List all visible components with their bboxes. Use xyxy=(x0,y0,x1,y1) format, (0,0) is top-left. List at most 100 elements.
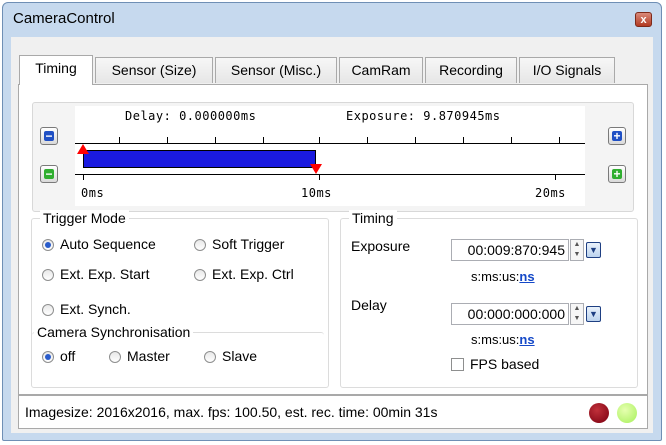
tick xyxy=(415,137,416,143)
radio-label: Master xyxy=(127,348,170,364)
tick xyxy=(319,174,320,180)
tick xyxy=(119,137,120,143)
client-area: Timing Sensor (Size) Sensor (Misc.) CamR… xyxy=(11,37,653,433)
timing-group: Timing Exposure 00:009:870:945 ▲ ▼ ▼ s:ms… xyxy=(340,210,638,388)
tick xyxy=(555,174,556,180)
spin-down-icon[interactable]: ▼ xyxy=(571,314,583,324)
tab-camram[interactable]: CamRam xyxy=(339,57,423,83)
tab-timing[interactable]: Timing xyxy=(19,55,93,85)
timing-group-title: Timing xyxy=(349,210,397,226)
recording-indicator-led xyxy=(589,403,609,423)
status-bar: Imagesize: 2016x2016, max. fps: 100.50, … xyxy=(18,395,648,429)
delay-readout: Delay: 0.000000ms xyxy=(125,109,257,123)
checkbox-label: FPS based xyxy=(470,356,540,372)
tick xyxy=(83,174,84,180)
radio-auto-sequence[interactable]: Auto Sequence xyxy=(42,236,156,252)
chevron-down-icon: ▼ xyxy=(589,309,598,319)
radio-dot xyxy=(194,269,206,281)
plus-icon: + xyxy=(612,129,622,143)
camera-sync-title: Camera Synchronisation xyxy=(34,324,194,340)
tick xyxy=(167,137,168,143)
trigger-mode-title: Trigger Mode xyxy=(40,210,129,226)
units-prefix: s:ms:us: xyxy=(471,332,520,347)
spin-up-icon[interactable]: ▲ xyxy=(571,240,583,250)
radio-ext-exp-start[interactable]: Ext. Exp. Start xyxy=(42,266,149,282)
window-title: CameraControl xyxy=(13,10,115,27)
tab-io-signals[interactable]: I/O Signals xyxy=(519,57,615,83)
exposure-marker[interactable] xyxy=(309,164,324,174)
exposure-spinner[interactable]: ▲ ▼ xyxy=(570,239,584,261)
tick xyxy=(511,137,512,143)
radio-ext-exp-ctrl[interactable]: Ext. Exp. Ctrl xyxy=(194,266,294,282)
ready-indicator-led xyxy=(617,403,637,423)
status-text: Imagesize: 2016x2016, max. fps: 100.50, … xyxy=(25,404,438,420)
zoom-out-blue-button[interactable]: − xyxy=(40,127,58,145)
exposure-label: Exposure xyxy=(351,238,411,254)
radio-sync-master[interactable]: Master xyxy=(109,348,170,364)
radio-sync-slave[interactable]: Slave xyxy=(204,348,257,364)
tick-label-0: 0ms xyxy=(81,186,105,200)
radio-label: Ext. Exp. Ctrl xyxy=(212,266,294,282)
title-bar: CameraControl x xyxy=(3,3,661,35)
radio-dot xyxy=(204,351,216,363)
exposure-field[interactable]: 00:009:870:945 xyxy=(451,239,569,261)
trigger-mode-group: Trigger Mode Auto Sequence Soft Trigger … xyxy=(31,210,329,388)
tick xyxy=(319,137,320,143)
radio-label: Slave xyxy=(222,348,258,364)
fps-based-checkbox[interactable]: FPS based xyxy=(451,356,539,372)
radio-soft-trigger[interactable]: Soft Trigger xyxy=(194,236,284,252)
delay-marker[interactable] xyxy=(77,144,91,154)
spin-down-icon[interactable]: ▼ xyxy=(571,250,583,260)
units-prefix: s:ms:us: xyxy=(471,269,520,284)
tick-label-10: 10ms xyxy=(301,186,332,200)
timing-panel: − − + + Delay: 0.000000ms Exposure: 9.87… xyxy=(18,84,648,395)
delay-field[interactable]: 00:000:000:000 xyxy=(451,303,569,325)
units-link[interactable]: ns xyxy=(519,269,534,284)
exposure-readout: Exposure: 9.870945ms xyxy=(346,109,501,123)
radio-label: Soft Trigger xyxy=(212,236,285,252)
top-axis xyxy=(75,143,585,144)
checkbox-box xyxy=(451,358,464,371)
tick xyxy=(215,137,216,143)
radio-label: Ext. Exp. Start xyxy=(60,266,150,282)
radio-sync-off[interactable]: off xyxy=(42,348,75,364)
camera-control-window: CameraControl x Timing Sensor (Size) Sen… xyxy=(2,2,662,441)
exposure-units: s:ms:us:ns xyxy=(471,269,535,284)
radio-dot xyxy=(109,351,121,363)
exposure-bar[interactable] xyxy=(83,150,316,168)
tick xyxy=(263,137,264,143)
radio-dot xyxy=(42,351,54,363)
tick-label-20: 20ms xyxy=(535,186,566,200)
delay-units: s:ms:us:ns xyxy=(471,332,535,347)
radio-dot xyxy=(42,304,54,316)
tick xyxy=(463,137,464,143)
bottom-axis xyxy=(75,174,585,175)
spin-up-icon[interactable]: ▲ xyxy=(571,304,583,314)
units-link[interactable]: ns xyxy=(519,332,534,347)
tab-recording[interactable]: Recording xyxy=(425,57,517,83)
plus-icon: + xyxy=(612,167,622,181)
zoom-out-green-button[interactable]: − xyxy=(40,165,58,183)
radio-dot xyxy=(42,239,54,251)
radio-label: Ext. Synch. xyxy=(60,301,131,317)
timing-scale[interactable]: Delay: 0.000000ms Exposure: 9.870945ms 0… xyxy=(75,106,585,206)
zoom-in-blue-button[interactable]: + xyxy=(608,127,626,145)
tick xyxy=(559,137,560,143)
close-button[interactable]: x xyxy=(635,12,652,27)
radio-dot xyxy=(194,239,206,251)
minus-icon: − xyxy=(44,129,54,143)
chevron-down-icon: ▼ xyxy=(589,245,598,255)
delay-spinner[interactable]: ▲ ▼ xyxy=(570,303,584,325)
tick xyxy=(367,137,368,143)
exposure-unit-dropdown[interactable]: ▼ xyxy=(586,242,601,258)
radio-label: Auto Sequence xyxy=(60,236,156,252)
radio-ext-synch[interactable]: Ext. Synch. xyxy=(42,301,131,317)
camera-sync-group: Camera Synchronisation off Master Slave xyxy=(32,324,324,383)
tab-sensor-size[interactable]: Sensor (Size) xyxy=(95,57,213,83)
delay-unit-dropdown[interactable]: ▼ xyxy=(586,306,601,322)
zoom-in-green-button[interactable]: + xyxy=(608,165,626,183)
minus-icon: − xyxy=(44,167,54,181)
delay-label: Delay xyxy=(351,297,387,313)
radio-label: off xyxy=(60,348,76,364)
tab-sensor-misc[interactable]: Sensor (Misc.) xyxy=(215,57,337,83)
